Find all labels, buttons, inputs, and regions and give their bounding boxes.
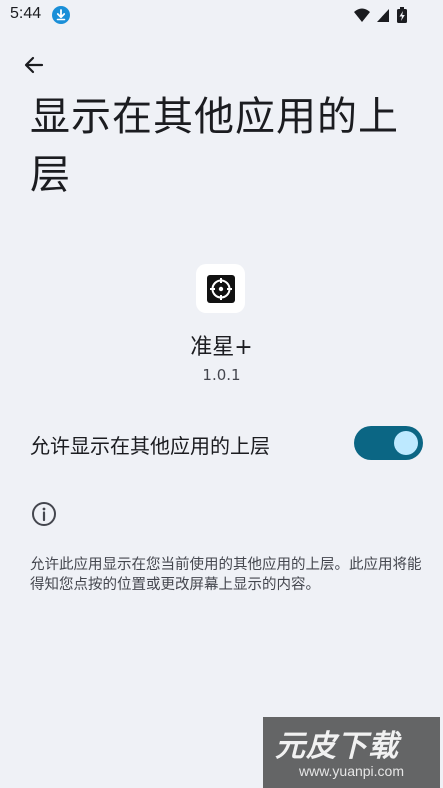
watermark-logo: 元皮下载 www.yuanpi.com bbox=[263, 717, 440, 788]
cell-signal-icon bbox=[377, 9, 389, 22]
permission-toggle-switch[interactable] bbox=[354, 426, 423, 460]
status-time: 5:44 bbox=[10, 5, 42, 22]
info-icon bbox=[32, 502, 56, 526]
arrow-left-icon bbox=[24, 56, 44, 74]
watermark-logo-text: 元皮下载 bbox=[275, 729, 399, 764]
download-icon bbox=[52, 6, 70, 24]
watermark-url: www.yuanpi.com bbox=[298, 763, 405, 779]
back-button[interactable] bbox=[18, 50, 50, 80]
app-icon bbox=[196, 264, 245, 313]
permission-label: 允许显示在其他应用的上层 bbox=[30, 434, 270, 458]
toggle-knob bbox=[394, 431, 418, 455]
permission-description: 允许此应用显示在您当前使用的其他应用的上层。此应用将能得知您点按的位置或更改屏幕… bbox=[30, 557, 422, 593]
status-icons bbox=[354, 7, 407, 23]
page-title: 显示在其他应用的上层 bbox=[30, 94, 399, 198]
battery-charging-icon bbox=[397, 7, 407, 23]
crosshair-app-icon bbox=[206, 274, 235, 303]
status-bar: 5:44 bbox=[0, 0, 443, 30]
wifi-icon bbox=[354, 8, 370, 22]
app-name: 准星+ bbox=[190, 335, 253, 360]
permission-toggle-row[interactable]: 允许显示在其他应用的上层 bbox=[0, 418, 443, 468]
app-version: 1.0.1 bbox=[202, 366, 241, 384]
